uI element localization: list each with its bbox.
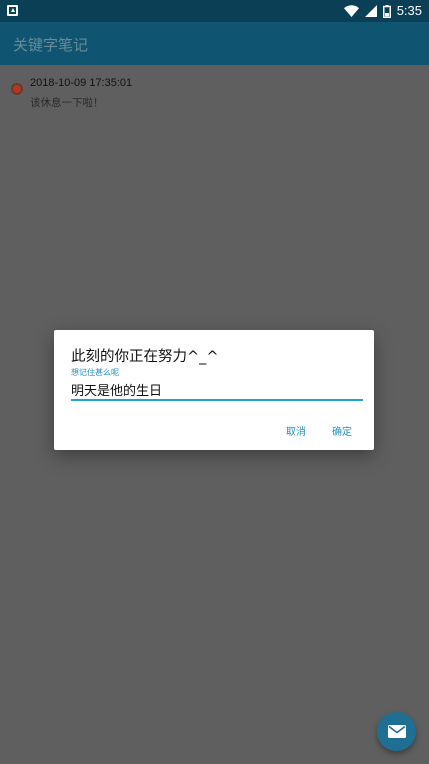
list-item[interactable]: 2018-10-09 17:35:01 该休息一下啦！	[0, 73, 429, 117]
signal-icon	[364, 5, 377, 17]
input-floating-label: 想记住甚么呢	[71, 368, 119, 377]
compose-fab[interactable]	[377, 712, 416, 751]
notification-icon	[7, 5, 18, 16]
envelope-icon	[387, 725, 406, 738]
record-dot-icon	[13, 85, 21, 93]
wifi-icon	[343, 5, 359, 17]
note-text: 该休息一下啦！	[30, 97, 104, 109]
status-icons: 5:35	[343, 0, 422, 22]
note-dialog: 此刻的你正在努力^_^ 想记住甚么呢 取消 确定	[54, 330, 374, 450]
app-title: 关键字笔记	[13, 36, 89, 54]
confirm-button[interactable]: 确定	[332, 423, 352, 438]
app-bar: 关键字笔记	[0, 22, 429, 65]
status-time: 5:35	[396, 3, 422, 18]
battery-icon	[382, 4, 391, 18]
dialog-actions: 取消 确定	[286, 423, 352, 438]
status-bar: 5:35	[0, 0, 429, 22]
cancel-button[interactable]: 取消	[286, 423, 306, 438]
dialog-title: 此刻的你正在努力^_^	[71, 349, 219, 365]
note-timestamp: 2018-10-09 17:35:01	[30, 77, 133, 89]
note-input[interactable]	[71, 381, 363, 401]
